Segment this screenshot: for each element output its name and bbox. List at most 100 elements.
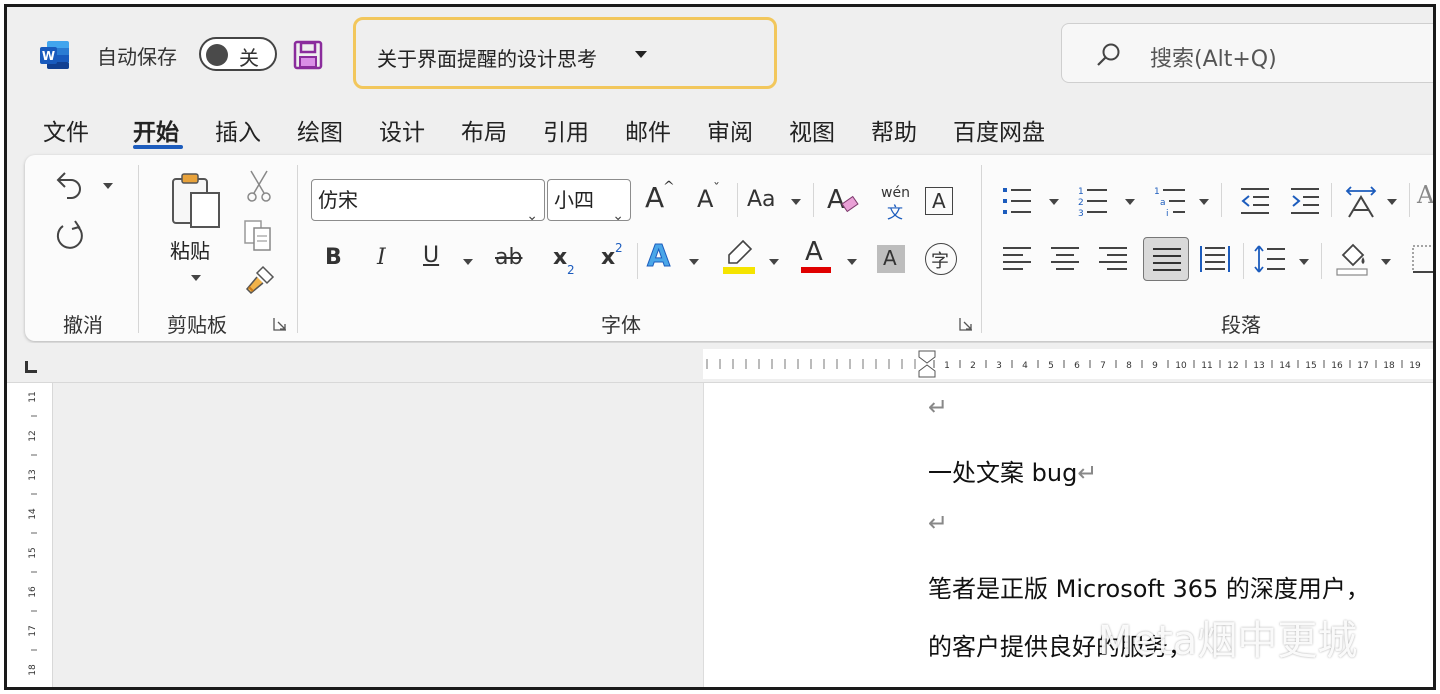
line-spacing-icon[interactable]: [1253, 243, 1287, 275]
font-color-dropdown-icon[interactable]: [847, 259, 857, 265]
align-right-icon[interactable]: [1097, 243, 1129, 275]
tab-help[interactable]: 帮助: [871, 113, 917, 147]
change-case-dropdown-icon[interactable]: [791, 199, 801, 205]
underline-button[interactable]: U: [423, 243, 439, 268]
phonetic-guide-button[interactable]: 文: [887, 199, 903, 223]
superscript-button[interactable]: x: [601, 245, 615, 270]
font-launcher-icon[interactable]: [959, 317, 973, 331]
grow-font-button[interactable]: A: [645, 181, 664, 214]
save-icon[interactable]: [293, 40, 323, 70]
decrease-indent-icon[interactable]: [1239, 185, 1271, 217]
paragraph-mark: ↵: [928, 393, 949, 421]
paragraph-mark: ↵: [928, 509, 949, 537]
copy-icon[interactable]: [243, 219, 275, 253]
text-effects-dropdown-icon[interactable]: [689, 259, 699, 265]
highlight-dropdown-icon[interactable]: [769, 259, 779, 265]
strikethrough-button[interactable]: ab: [495, 245, 522, 270]
document-title[interactable]: 关于界面提醒的设计思考: [377, 43, 597, 72]
autosave-toggle[interactable]: 关: [199, 37, 277, 71]
ruler-number: 17: [28, 625, 38, 636]
distributed-icon[interactable]: [1199, 243, 1231, 275]
tab-references[interactable]: 引用: [543, 113, 589, 147]
multilevel-dropdown-icon[interactable]: [1199, 199, 1209, 205]
shrink-font-button[interactable]: A: [697, 185, 713, 213]
hanging-indent-marker[interactable]: [918, 364, 936, 378]
enclose-characters-button[interactable]: 字: [925, 243, 957, 275]
tab-review[interactable]: 审阅: [707, 113, 753, 147]
watermark: Meta烟中更城: [1098, 618, 1358, 664]
chevron-down-icon[interactable]: ⌄: [526, 196, 538, 236]
tab-selector-icon[interactable]: [25, 361, 37, 373]
redo-icon[interactable]: [53, 217, 87, 251]
autosave-label: 自动保存: [97, 45, 177, 69]
tab-mailings[interactable]: 邮件: [625, 113, 671, 147]
paste-label[interactable]: 粘贴: [170, 235, 210, 264]
tab-draw[interactable]: 绘图: [297, 113, 343, 147]
shading-dropdown-icon[interactable]: [1381, 259, 1391, 265]
character-shading-button[interactable]: A: [877, 245, 905, 273]
highlight-icon[interactable]: [721, 237, 757, 277]
line-spacing-dropdown-icon[interactable]: [1299, 259, 1309, 265]
chevron-down-icon[interactable]: [635, 51, 647, 58]
search-box[interactable]: 搜索(Alt+Q): [1061, 23, 1433, 83]
word-icon[interactable]: W: [39, 39, 71, 71]
align-left-icon[interactable]: [1001, 243, 1033, 275]
increase-indent-icon[interactable]: [1289, 185, 1321, 217]
tab-home[interactable]: 开始: [133, 113, 179, 147]
paragraph-empty[interactable]: ↵: [928, 393, 948, 421]
tab-file[interactable]: 文件: [43, 113, 89, 147]
bold-button[interactable]: B: [325, 245, 342, 270]
multilevel-list-icon[interactable]: 1 a i: [1153, 185, 1187, 217]
borders-icon[interactable]: [1411, 243, 1436, 275]
paste-dropdown-icon[interactable]: [191, 275, 201, 281]
justify-button[interactable]: [1143, 237, 1189, 281]
ruler-number: 8: [1126, 361, 1132, 371]
horizontal-ruler[interactable]: 1 2 3 4 5 6 7 8 9 10 11 12 13 14 15 16 17 18 19: [703, 349, 1433, 379]
svg-text:3: 3: [1078, 209, 1084, 217]
ruler-number: 12: [28, 430, 38, 441]
chinese-layout-icon[interactable]: [1343, 183, 1379, 219]
first-line-indent-marker[interactable]: [918, 350, 936, 364]
underline-dropdown-icon[interactable]: [463, 259, 473, 265]
separator: [1221, 183, 1222, 217]
cut-icon[interactable]: [245, 169, 273, 203]
chevron-down-icon[interactable]: ⌄: [612, 196, 624, 236]
tab-baidu-netdisk[interactable]: 百度网盘: [953, 113, 1045, 147]
vertical-ruler[interactable]: 11 12 13 14 15 16 17 18: [7, 383, 53, 687]
ruler-number: 16: [28, 586, 38, 598]
font-color-button[interactable]: A: [805, 237, 823, 267]
chinese-layout-dropdown-icon[interactable]: [1387, 199, 1397, 205]
bullets-icon[interactable]: [1001, 185, 1033, 217]
paragraph-heading[interactable]: 一处文案 bug↵: [928, 453, 1097, 488]
vertical-ruler-marks: 11 12 13 14 15 16 17 18: [28, 391, 38, 675]
subscript-button[interactable]: x: [553, 245, 567, 270]
paste-icon[interactable]: [169, 171, 225, 233]
text-effects-button[interactable]: A: [646, 239, 670, 275]
paragraph-body[interactable]: 笔者是正版 Microsoft 365 的深度用户，: [928, 569, 1370, 604]
sort-icon[interactable]: A: [1417, 181, 1433, 209]
ruler-number: 12: [1227, 361, 1238, 371]
undo-icon[interactable]: [53, 167, 87, 201]
shading-icon[interactable]: [1335, 241, 1369, 277]
font-size-combobox[interactable]: 小四 ⌄: [547, 179, 631, 224]
caret-down-icon: ˇ: [713, 181, 720, 197]
tab-view[interactable]: 视图: [789, 113, 835, 147]
numbering-dropdown-icon[interactable]: [1125, 199, 1135, 205]
character-border-button[interactable]: A: [925, 187, 953, 215]
tab-insert[interactable]: 插入: [215, 113, 261, 147]
clipboard-launcher-icon[interactable]: [273, 317, 287, 331]
italic-button[interactable]: I: [377, 245, 386, 270]
tab-layout[interactable]: 布局: [461, 113, 507, 147]
font-name-combobox[interactable]: 仿宋 ⌄: [311, 179, 545, 224]
tab-design[interactable]: 设计: [379, 113, 425, 147]
numbering-icon[interactable]: 1 2 3: [1077, 185, 1109, 217]
paragraph-empty[interactable]: ↵: [928, 509, 948, 537]
svg-text:i: i: [1166, 209, 1169, 217]
change-case-button[interactable]: Aa: [747, 187, 776, 212]
bullets-dropdown-icon[interactable]: [1049, 199, 1059, 205]
undo-dropdown-icon[interactable]: [103, 183, 113, 189]
clear-formatting-button[interactable]: A: [827, 185, 845, 215]
format-painter-icon[interactable]: [243, 263, 277, 297]
align-center-icon[interactable]: [1049, 243, 1081, 275]
search-placeholder: 搜索(Alt+Q): [1150, 47, 1277, 72]
